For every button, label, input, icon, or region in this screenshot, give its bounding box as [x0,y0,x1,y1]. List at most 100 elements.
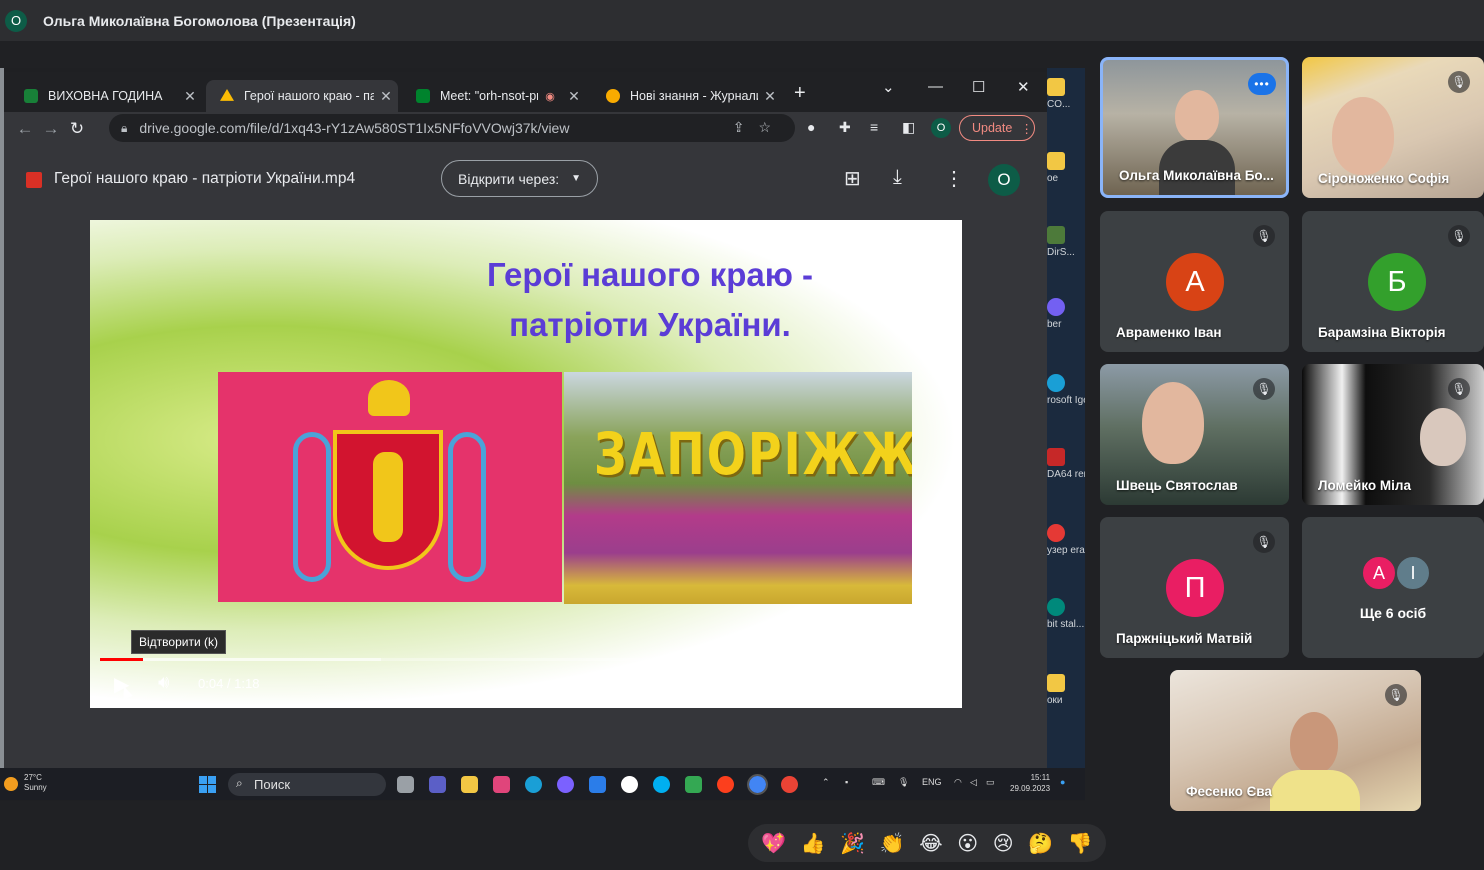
chrome-icon[interactable] [781,776,798,793]
participant-tile[interactable]: 🎙︎ Сіроноженко Софія [1302,57,1484,198]
app-icon[interactable] [685,776,702,793]
participant-tile[interactable]: 🎙︎ Ломейко Міла [1302,364,1484,505]
sad-reaction-icon[interactable]: 😢 [993,831,1014,855]
close-icon[interactable]: ✕ [562,88,586,105]
miniplayer-icon[interactable]: ⧉ [870,672,883,693]
drive-profile-avatar[interactable]: О [988,164,1020,196]
participant-tile[interactable]: ••• Ольга Миколаївна Бо... [1100,57,1289,198]
drive-header: Герої нашого краю - патріоти України.mp4… [4,156,1047,204]
desktop-icon[interactable]: bit stal... [1047,598,1085,630]
reload-icon[interactable]: ↻ [64,119,90,139]
download-icon[interactable]: ⤓ [893,166,902,189]
desktop-icon[interactable]: CO... [1047,78,1085,110]
desktop-icon[interactable]: узер era [1047,524,1085,556]
participant-tile[interactable]: П 🎙︎ Паржніцький Матвій [1100,517,1289,658]
task-view-icon[interactable] [397,776,414,793]
edge-icon[interactable] [525,776,542,793]
browser-profile-avatar[interactable]: О [931,118,951,138]
extensions-puzzle-icon[interactable]: ✚ [839,119,851,136]
fullscreen-icon[interactable]: ⛶ [918,672,931,693]
google-meet-icon [416,89,430,103]
update-button[interactable]: Update ⋮ [959,115,1035,141]
minimize-icon[interactable]: — [928,78,943,95]
wifi-icon[interactable]: ◠ [954,777,962,788]
desktop-icon[interactable]: oe [1047,152,1085,184]
speaker-icon[interactable]: ◁ [970,777,977,788]
desktop-icon[interactable]: оки [1047,674,1085,706]
more-options-icon[interactable]: ⋮ [944,166,964,191]
participant-avatar: А [1361,555,1397,591]
subtitles-icon[interactable]: ▭ [776,672,792,692]
tab-drive-video[interactable]: Герої нашого краю - па ✕ [206,80,398,112]
thinking-reaction-icon[interactable]: 🤔 [1028,831,1053,855]
tray-chevron-icon[interactable]: ⌃ [822,777,830,788]
tray-icon[interactable]: ▪ [845,777,848,787]
yandex-browser-icon[interactable] [621,776,638,793]
clap-reaction-icon[interactable]: 👏 [880,831,905,855]
close-icon[interactable]: ✕ [178,88,202,105]
close-window-icon[interactable]: ✕ [1017,78,1030,96]
thumbs-down-reaction-icon[interactable]: 👎 [1068,831,1093,855]
address-bar[interactable]: 🔒︎ drive.google.com/file/d/1xq43-rY1zAw5… [109,114,795,142]
desktop-icon[interactable]: rosoft Ige [1047,374,1085,406]
self-view-tile[interactable]: 🎙︎ Фесенко Єва [1170,670,1421,811]
app-icon[interactable] [557,776,574,793]
laugh-reaction-icon[interactable]: 😂 [919,831,942,855]
file-explorer-icon[interactable] [461,776,478,793]
tab-meet[interactable]: Meet: "orh-nsot-prn ◉ ✕ [402,80,586,112]
language-indicator[interactable]: ENG [922,777,942,787]
participant-tile[interactable]: А 🎙︎ Авраменко Іван [1100,211,1289,352]
new-tab-button[interactable]: + [794,82,806,105]
desktop-icon[interactable]: DirS... [1047,226,1085,258]
heart-reaction-icon[interactable]: 💖 [761,831,786,855]
microphone-icon[interactable]: 🎙︎ [898,777,909,788]
taskbar-search[interactable]: ⌕ Поиск [228,773,386,796]
surprised-reaction-icon[interactable]: 😮 [957,831,978,855]
participant-tile[interactable]: 🎙︎ Швець Святослав [1100,364,1289,505]
close-icon[interactable]: ✕ [374,88,398,105]
participant-avatar: П [1166,559,1224,617]
reading-list-icon[interactable]: ≡ [870,119,878,135]
classroom-icon [24,89,38,103]
more-participants-tile[interactable]: А І Ще 6 осіб [1302,517,1484,658]
menu-dots-icon: ⋮ [1020,121,1033,136]
participant-name: Паржніцький Матвій [1116,631,1253,646]
windows-start-icon[interactable] [199,776,216,793]
participant-tile[interactable]: Б 🎙︎ Барамзіна Вікторія [1302,211,1484,352]
recording-icon: ◉ [545,90,555,103]
google-drive-icon [220,89,234,101]
video-progress-bar[interactable] [100,658,952,661]
taskbar-clock[interactable]: 15:11 29.09.2023 [1010,772,1050,794]
notification-icon[interactable]: ● [1060,777,1065,787]
thumbs-up-reaction-icon[interactable]: 👍 [801,831,826,855]
yandex-icon[interactable] [717,776,734,793]
chrome-icon[interactable] [747,774,768,795]
url-text: drive.google.com/file/d/1xq43-rY1zAw580S… [139,120,570,136]
share-star-icons[interactable]: ⇪☆ [733,119,785,136]
weather-widget[interactable]: 27°C Sunny [24,773,47,794]
more-options-icon[interactable]: ••• [1248,73,1276,95]
participant-name: Ломейко Міла [1318,478,1411,493]
back-icon[interactable]: ← [12,119,38,139]
battery-icon[interactable]: ▭ [986,777,995,788]
close-icon[interactable]: ✕ [758,88,782,105]
party-reaction-icon[interactable]: 🎉 [840,831,865,855]
extension-owl-icon[interactable]: ● [807,119,815,135]
tab-classroom[interactable]: ВИХОВНА ГОДИНА ✕ [10,80,202,112]
open-with-dropdown[interactable]: Відкрити через: ▼ [441,160,598,197]
store-icon[interactable] [589,776,606,793]
desktop-icon[interactable]: DA64 reme [1047,448,1085,480]
tab-search-icon[interactable]: ⌄ [882,78,895,96]
volume-icon[interactable]: 🔊︎ [158,672,169,693]
keyboard-icon[interactable]: ⌨ [872,777,885,788]
desktop-icon[interactable]: ber [1047,298,1085,330]
tab-journal[interactable]: Нові знання - Журнали ✕ [592,80,782,112]
app-icon[interactable] [493,776,510,793]
forward-icon[interactable]: → [38,119,64,139]
maximize-icon[interactable]: ☐ [972,78,985,96]
skype-icon[interactable] [653,776,670,793]
side-panel-icon[interactable]: ◧ [902,119,915,136]
teams-icon[interactable] [429,776,446,793]
settings-icon[interactable]: ⚙ [824,672,840,693]
add-shortcut-icon[interactable]: ⊞ [844,166,861,191]
